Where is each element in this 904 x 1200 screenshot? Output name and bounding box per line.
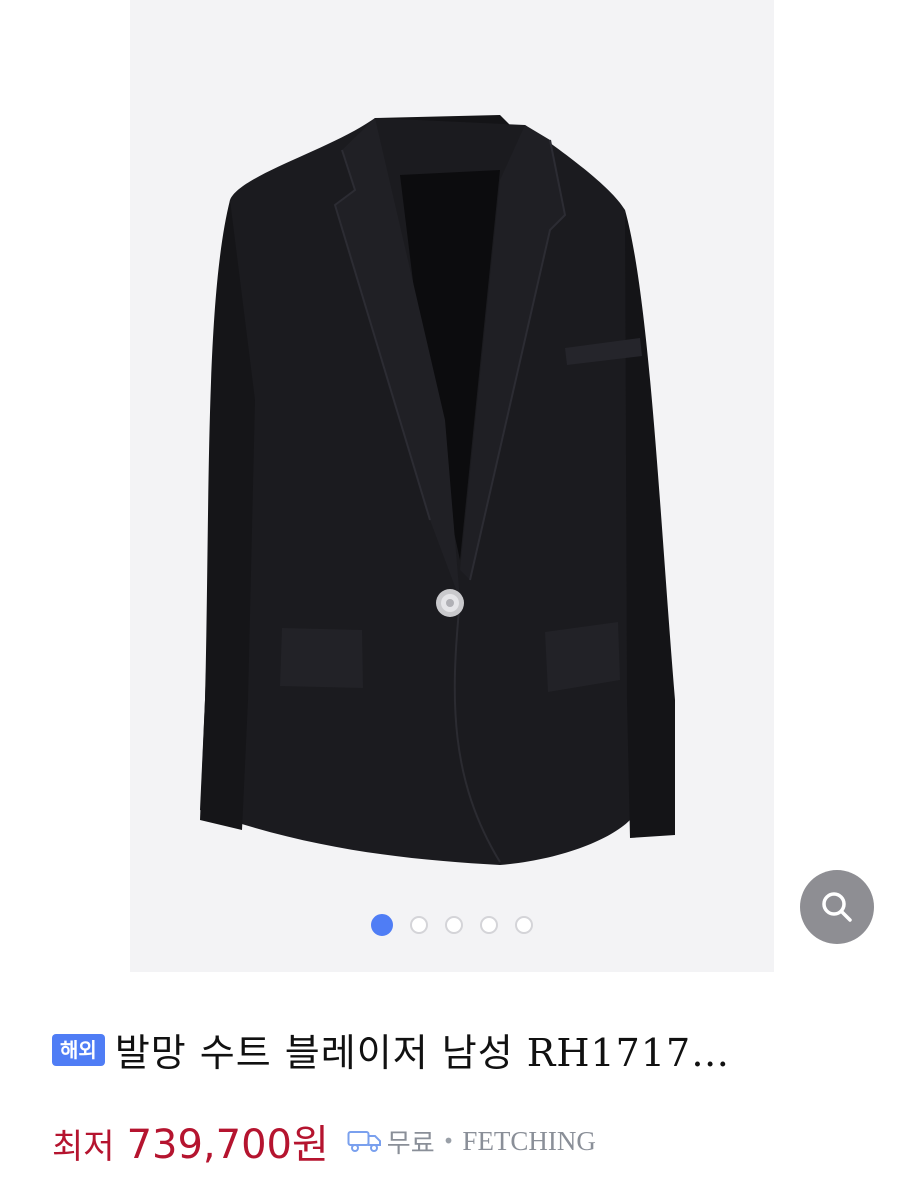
carousel-dot-3[interactable] (445, 916, 463, 934)
magnifier-icon (822, 892, 852, 922)
blazer-product-image[interactable] (130, 0, 774, 972)
truck-icon (347, 1131, 381, 1152)
carousel-dot-1[interactable] (371, 914, 393, 936)
price-row: 최저 739,700원 무료 • FETCHING (52, 1112, 596, 1170)
product-info: 해외 발망 수트 블레이저 남성 RH1717… 최저 739,700원 무료 … (0, 972, 904, 1200)
price-value: 739,700원 (126, 1122, 329, 1168)
seller-name[interactable]: FETCHING (462, 1126, 596, 1157)
zoom-button[interactable] (800, 870, 874, 944)
separator: • (442, 1129, 455, 1153)
shipping-info: 무료 • FETCHING (347, 1123, 596, 1160)
carousel-indicators (0, 914, 904, 936)
overseas-badge: 해외 (52, 1033, 105, 1066)
carousel-dot-4[interactable] (480, 916, 498, 934)
product-title-row[interactable]: 해외 발망 수트 블레이저 남성 RH1717… (52, 1022, 864, 1077)
carousel-dot-5[interactable] (515, 916, 533, 934)
lowest-price-label: 최저 (52, 1127, 115, 1167)
product-image-gallery[interactable] (0, 0, 904, 972)
shipping-label: 무료 (386, 1128, 435, 1159)
carousel-dot-2[interactable] (410, 916, 428, 934)
product-title[interactable]: 발망 수트 블레이저 남성 RH1717… (115, 1022, 730, 1077)
product-photo-area[interactable] (130, 0, 774, 972)
